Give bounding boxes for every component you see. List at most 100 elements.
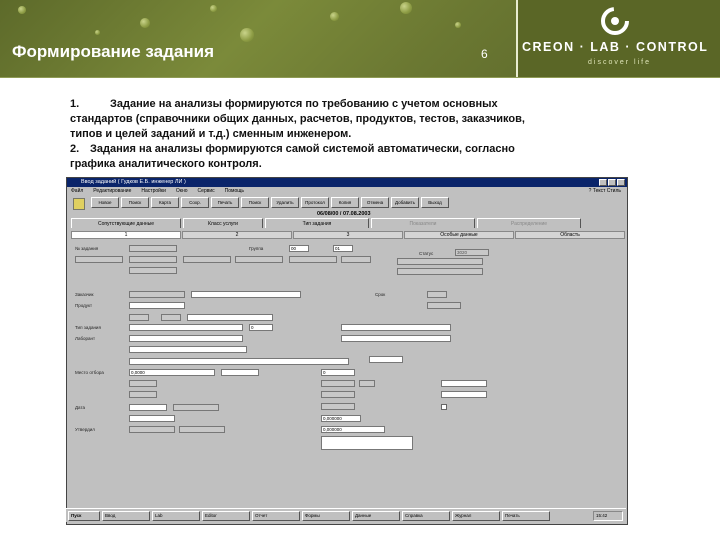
product-ro-field[interactable] xyxy=(427,302,461,309)
subtab-2[interactable]: 2 xyxy=(182,231,292,239)
type-extra-field[interactable] xyxy=(341,324,451,331)
param-field[interactable] xyxy=(441,380,487,387)
approved-field[interactable] xyxy=(179,426,225,433)
tab-distribution[interactable]: Распределение xyxy=(477,218,581,228)
window-titlebar: Ввод заданий ( Гудков Е.Б. инженер ЛИ ) xyxy=(67,178,627,187)
menu-right[interactable]: ? Текст Стиль xyxy=(589,187,627,195)
small-field[interactable] xyxy=(129,314,149,321)
param-field[interactable] xyxy=(129,380,157,387)
param-field[interactable] xyxy=(359,380,375,387)
value-field[interactable]: 0,000000 xyxy=(321,426,385,433)
type-field[interactable] xyxy=(129,324,243,331)
client-field[interactable] xyxy=(75,256,123,263)
toolbar-button[interactable]: Поиск xyxy=(121,197,149,208)
order-number-field[interactable] xyxy=(129,245,177,252)
toolbar-button[interactable]: Печать xyxy=(211,197,239,208)
field-label: Место отбора xyxy=(75,370,104,375)
toolbar-button[interactable]: Карта xyxy=(151,197,179,208)
location-field[interactable] xyxy=(369,356,403,363)
analyst-field[interactable] xyxy=(129,335,243,342)
desc-field[interactable] xyxy=(187,314,273,321)
option-checkbox[interactable] xyxy=(441,404,447,410)
extra-field[interactable] xyxy=(397,258,483,265)
start-button[interactable]: Пуск xyxy=(68,510,100,521)
toolbar-button[interactable]: Поиск xyxy=(241,197,269,208)
toolbar-button[interactable]: Удалить xyxy=(271,197,299,208)
client-name-field[interactable] xyxy=(129,256,177,263)
param-field[interactable] xyxy=(321,380,355,387)
taskbar-item[interactable]: Lab xyxy=(152,510,200,521)
toolbar-button[interactable]: Новое xyxy=(91,197,119,208)
subtab-special[interactable]: Особые данные xyxy=(404,231,514,239)
toolbar-button[interactable]: Копия xyxy=(331,197,359,208)
list-text: Задание на анализы формируются по требов… xyxy=(70,98,525,140)
taskbar-item[interactable]: Справка xyxy=(402,510,450,521)
menu-item[interactable]: Файл xyxy=(71,187,83,195)
value-field[interactable] xyxy=(129,415,175,422)
param-field[interactable]: 0 xyxy=(321,369,355,376)
menu-item[interactable]: Редактирование xyxy=(93,187,131,195)
client-code-field[interactable] xyxy=(129,291,185,298)
code-field[interactable]: 01 xyxy=(333,245,353,252)
taskbar-item[interactable]: Ввод xyxy=(102,510,150,521)
extra-field[interactable] xyxy=(341,256,371,263)
product-code-field[interactable] xyxy=(235,256,283,263)
menu-item[interactable]: Настройки xyxy=(141,187,166,195)
param-field[interactable] xyxy=(441,391,487,398)
creon-logo-icon xyxy=(601,7,629,35)
field-label: Группа xyxy=(249,246,264,251)
date-field[interactable] xyxy=(129,404,167,411)
app-window: Ввод заданий ( Гудков Е.Б. инженер ЛИ ) … xyxy=(66,177,628,525)
minimize-button[interactable] xyxy=(599,179,607,186)
client-field[interactable] xyxy=(129,267,177,274)
menu-item[interactable]: Окно xyxy=(176,187,188,195)
notes-field[interactable] xyxy=(321,436,413,450)
wide-field[interactable] xyxy=(129,358,349,365)
toolbar-button[interactable]: Сохр. xyxy=(181,197,209,208)
maximize-button[interactable] xyxy=(608,179,616,186)
type-code-field[interactable]: 0 xyxy=(249,324,273,331)
close-button[interactable] xyxy=(617,179,625,186)
field-label: Лаборант xyxy=(75,336,96,341)
subtab-area[interactable]: Область xyxy=(515,231,625,239)
field-label: Срок xyxy=(375,292,386,297)
tab-task-type[interactable]: Тип задания xyxy=(265,218,369,228)
taskbar-item[interactable]: Печать xyxy=(502,510,550,521)
small-field[interactable] xyxy=(161,314,181,321)
value-field[interactable]: 0,000000 xyxy=(321,415,361,422)
param-field[interactable] xyxy=(129,391,157,398)
wide-field[interactable] xyxy=(129,346,247,353)
date-field[interactable] xyxy=(173,404,219,411)
param-field[interactable] xyxy=(221,369,259,376)
taskbar-item[interactable]: Журнал xyxy=(452,510,500,521)
tab-service-class[interactable]: Класс услуги xyxy=(183,218,263,228)
taskbar-item[interactable]: Editor xyxy=(202,510,250,521)
client-name-field[interactable] xyxy=(191,291,301,298)
toolbar-button[interactable]: Добавить xyxy=(391,197,419,208)
client-field[interactable] xyxy=(397,268,483,275)
subtab-1[interactable]: 1 xyxy=(71,231,181,239)
approved-field[interactable] xyxy=(129,426,175,433)
taskbar-item[interactable]: Данные xyxy=(352,510,400,521)
subtab-3[interactable]: 3 xyxy=(293,231,403,239)
tab-related-data[interactable]: Сопутствующие данные xyxy=(71,218,181,228)
menu-item[interactable]: Сервис xyxy=(198,187,215,195)
toolbar-button[interactable]: Выход xyxy=(421,197,449,208)
product-field[interactable] xyxy=(183,256,231,263)
group-field[interactable]: 00 xyxy=(289,245,309,252)
toolbar-button[interactable]: Протокол xyxy=(301,197,329,208)
taskbar-item[interactable]: Отчет xyxy=(252,510,300,521)
analyst-extra-field[interactable] xyxy=(341,335,451,342)
param-field[interactable] xyxy=(321,391,355,398)
product-field[interactable] xyxy=(129,302,185,309)
menu-item[interactable]: Помощь xyxy=(225,187,244,195)
list-text: Задания на анализы формируются самой сис… xyxy=(70,143,515,170)
status-field[interactable]: 3020 xyxy=(455,249,489,256)
taskbar-item[interactable]: Формы xyxy=(302,510,350,521)
extra-field[interactable] xyxy=(289,256,337,263)
tab-indicators[interactable]: Показатели xyxy=(371,218,475,228)
date-field[interactable] xyxy=(321,403,355,410)
toolbar-button[interactable]: Отмена xyxy=(361,197,389,208)
deadline-field[interactable] xyxy=(427,291,447,298)
param-field[interactable]: 0,0000 xyxy=(129,369,215,376)
